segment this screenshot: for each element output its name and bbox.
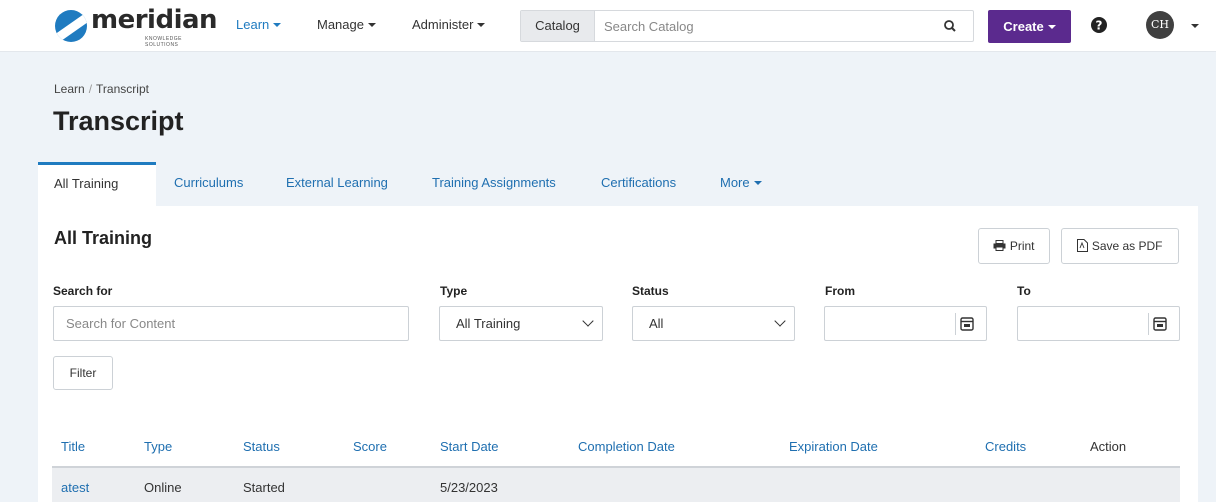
nav-learn[interactable]: Learn xyxy=(236,17,282,32)
catalog-label: Catalog xyxy=(521,11,595,41)
to-date-input[interactable] xyxy=(1017,306,1180,341)
search-content-placeholder: Search for Content xyxy=(66,316,176,331)
save-as-pdf-button[interactable]: Save as PDF xyxy=(1061,228,1179,264)
all-training-panel: All Training Print Save as PDF Search fo… xyxy=(38,206,1198,502)
status-select[interactable]: All xyxy=(632,306,795,341)
status-label: Status xyxy=(632,284,669,298)
status-value: All xyxy=(649,316,664,331)
chevron-down-icon xyxy=(582,315,594,327)
column-action: Action xyxy=(1090,439,1127,454)
row-type: Online xyxy=(144,480,182,495)
table-row xyxy=(52,466,1180,502)
top-navigation: meridian KNOWLEDGE SOLUTIONS Learn Manag… xyxy=(0,0,1216,52)
type-label: Type xyxy=(440,284,468,298)
chevron-down-icon xyxy=(477,23,486,27)
row-status: Started xyxy=(243,480,285,495)
breadcrumb: Learn / Transcript xyxy=(54,82,149,96)
filter-button[interactable]: Filter xyxy=(53,356,113,390)
create-button[interactable]: Create xyxy=(988,10,1071,43)
nav-manage-label: Manage xyxy=(317,17,364,32)
save-pdf-label: Save as PDF xyxy=(1091,239,1163,253)
nav-learn-label: Learn xyxy=(236,17,270,32)
chevron-down-icon xyxy=(273,23,282,27)
pdf-icon xyxy=(1077,239,1089,252)
column-expiration-date[interactable]: Expiration Date xyxy=(789,439,878,454)
help-icon[interactable]: ? xyxy=(1090,16,1108,34)
search-for-label: Search for xyxy=(53,284,113,298)
page-title: Transcript xyxy=(53,106,184,136)
column-title[interactable]: Title xyxy=(61,439,85,454)
nav-administer-label: Administer xyxy=(412,17,474,32)
logo-tagline: KNOWLEDGE SOLUTIONS xyxy=(145,36,183,48)
panel-title: All Training xyxy=(54,228,153,248)
column-credits: Credits xyxy=(985,439,1027,454)
to-label: To xyxy=(1017,284,1031,298)
row-title-link[interactable]: atest xyxy=(61,480,89,495)
create-label: Create xyxy=(1003,19,1044,34)
tab-certifications[interactable]: Certifications xyxy=(601,175,676,190)
chevron-down-icon xyxy=(774,315,786,327)
column-status[interactable]: Status xyxy=(243,439,280,454)
print-label: Print xyxy=(1009,239,1035,253)
column-score[interactable]: Score xyxy=(353,439,387,454)
from-label: From xyxy=(825,284,855,298)
nav-administer[interactable]: Administer xyxy=(412,17,486,32)
print-button[interactable]: Print xyxy=(978,228,1050,264)
column-completion-date[interactable]: Completion Date xyxy=(578,439,675,454)
calendar-icon[interactable] xyxy=(1148,313,1170,335)
chevron-down-icon[interactable] xyxy=(1191,24,1199,28)
chevron-down-icon xyxy=(367,23,376,27)
logo-wordmark: meridian xyxy=(91,5,218,35)
tab-training-assignments[interactable]: Training Assignments xyxy=(432,175,556,190)
breadcrumb-current: Transcript xyxy=(96,82,149,96)
tab-more[interactable]: More xyxy=(720,175,762,190)
from-date-input[interactable] xyxy=(824,306,987,341)
type-select[interactable]: All Training xyxy=(439,306,603,341)
tab-all-training[interactable]: All Training xyxy=(38,162,156,207)
logo-mark-icon xyxy=(55,10,87,42)
calendar-icon[interactable] xyxy=(955,313,977,335)
meridian-logo[interactable]: meridian KNOWLEDGE SOLUTIONS xyxy=(55,5,218,48)
nav-manage[interactable]: Manage xyxy=(317,17,376,32)
search-content-input[interactable]: Search for Content xyxy=(53,306,409,341)
catalog-search-input[interactable] xyxy=(596,11,926,41)
column-start-date[interactable]: Start Date xyxy=(440,439,499,454)
catalog-search-bar: Catalog xyxy=(520,10,974,42)
row-start-date: 5/23/2023 xyxy=(440,480,498,495)
tab-external-learning[interactable]: External Learning xyxy=(286,175,388,190)
chevron-down-icon xyxy=(753,181,762,185)
chevron-down-icon xyxy=(1047,25,1056,29)
avatar[interactable]: CH xyxy=(1146,11,1174,39)
breadcrumb-learn[interactable]: Learn xyxy=(54,82,85,96)
search-button[interactable] xyxy=(927,11,973,41)
tab-label: All Training xyxy=(54,176,119,191)
search-icon xyxy=(944,20,956,32)
type-value: All Training xyxy=(456,316,521,331)
tab-more-label: More xyxy=(720,175,750,190)
print-icon xyxy=(993,240,1006,251)
column-type[interactable]: Type xyxy=(144,439,172,454)
svg-text:?: ? xyxy=(1096,19,1103,33)
tab-curriculums[interactable]: Curriculums xyxy=(174,175,243,190)
